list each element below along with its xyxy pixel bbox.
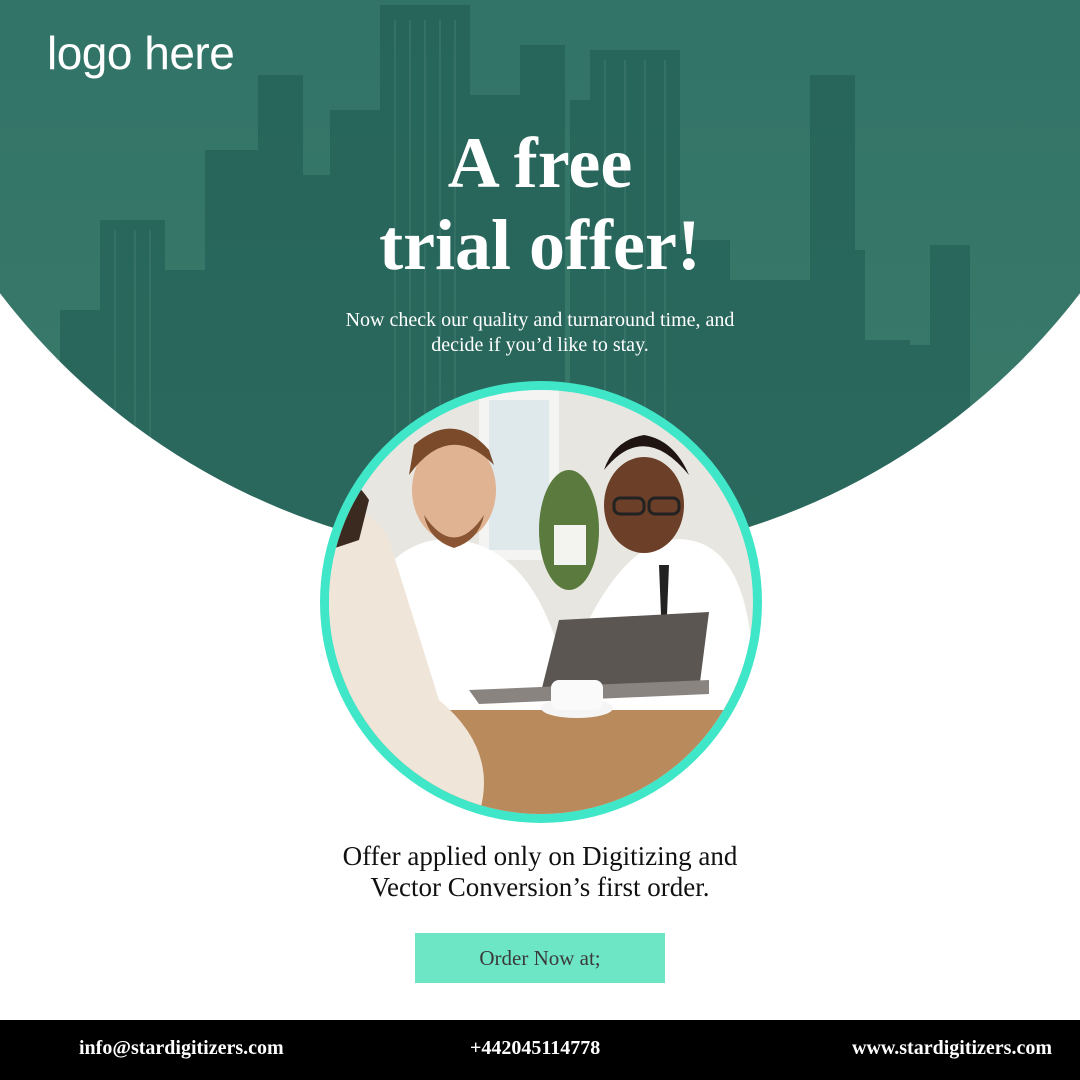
- footer-website[interactable]: www.stardigitizers.com: [852, 1037, 1052, 1060]
- subheadline: Now check our quality and turnaround tim…: [0, 308, 1080, 358]
- offer-text: Offer applied only on Digitizing and Vec…: [0, 841, 1080, 903]
- offer-line-1: Offer applied only on Digitizing and: [342, 841, 738, 871]
- headline-line-2: trial offer!: [379, 205, 701, 285]
- footer-email[interactable]: info@stardigitizers.com: [79, 1037, 284, 1060]
- subheadline-line-1: Now check our quality and turnaround tim…: [345, 309, 735, 331]
- offer-line-2: Vector Conversion’s first order.: [370, 872, 710, 902]
- order-now-button[interactable]: Order Now at;: [415, 933, 665, 983]
- logo-text: logo here: [47, 27, 235, 79]
- subheadline-line-2: decide if you’d like to stay.: [431, 334, 649, 356]
- headline: A free trial offer!: [0, 122, 1080, 286]
- meeting-photo-illustration: [329, 390, 753, 814]
- contact-footer: info@stardigitizers.com +442045114778 ww…: [0, 1020, 1080, 1080]
- headline-line-1: A free: [447, 123, 633, 203]
- meeting-photo: [329, 390, 753, 814]
- footer-phone[interactable]: +442045114778: [470, 1037, 600, 1060]
